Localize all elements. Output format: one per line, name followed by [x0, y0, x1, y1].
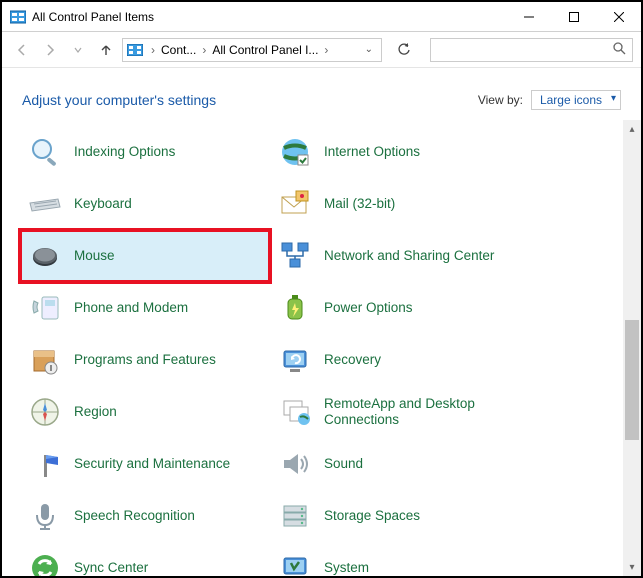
minimize-button[interactable] [506, 2, 551, 32]
item-internet-options[interactable]: Internet Options [270, 126, 520, 178]
item-speech-recognition[interactable]: Speech Recognition [20, 490, 270, 542]
item-label: Mouse [74, 248, 115, 264]
item-sound[interactable]: Sound [270, 438, 520, 490]
up-button[interactable] [94, 38, 118, 62]
search-icon[interactable] [613, 42, 626, 58]
viewby-select[interactable]: Large icons [531, 90, 621, 110]
item-sync-center[interactable]: Sync Center [20, 542, 270, 576]
item-label: Mail (32-bit) [324, 196, 395, 212]
item-system[interactable]: System [270, 542, 520, 576]
mouse-icon [28, 239, 62, 273]
mail-icon [278, 187, 312, 221]
item-label: Phone and Modem [74, 300, 188, 316]
recovery-icon [278, 343, 312, 377]
system-icon [278, 551, 312, 576]
item-storage-spaces[interactable]: Storage Spaces [270, 490, 520, 542]
item-label: Network and Sharing Center [324, 248, 494, 264]
keyboard-icon [28, 187, 62, 221]
page-heading: Adjust your computer's settings [22, 92, 216, 108]
breadcrumb-dropdown[interactable]: ⌄ [361, 44, 377, 55]
item-power-options[interactable]: Power Options [270, 282, 520, 334]
items-grid: Indexing Options Internet Options Keyboa… [2, 120, 623, 576]
titlebar: All Control Panel Items [2, 2, 641, 32]
content-area: Indexing Options Internet Options Keyboa… [2, 120, 641, 576]
sound-icon [278, 447, 312, 481]
item-recovery[interactable]: Recovery [270, 334, 520, 386]
scroll-thumb[interactable] [625, 320, 639, 440]
item-label: Storage Spaces [324, 508, 420, 524]
indexing-options-icon [28, 135, 62, 169]
programs-features-icon [28, 343, 62, 377]
breadcrumb[interactable]: › Cont... › All Control Panel I... › ⌄ [122, 38, 382, 62]
chevron-right-icon[interactable]: › [147, 43, 159, 57]
window-title: All Control Panel Items [32, 10, 506, 24]
breadcrumb-seg-1[interactable]: Cont... [159, 43, 198, 57]
item-network-sharing[interactable]: Network and Sharing Center [270, 230, 520, 282]
item-label: Keyboard [74, 196, 132, 212]
item-label: Sound [324, 456, 363, 472]
control-panel-icon [127, 44, 143, 56]
item-indexing-options[interactable]: Indexing Options [20, 126, 270, 178]
item-keyboard[interactable]: Keyboard [20, 178, 270, 230]
item-programs-features[interactable]: Programs and Features [20, 334, 270, 386]
chevron-right-icon[interactable]: › [320, 43, 332, 57]
recent-down-button[interactable] [66, 38, 90, 62]
close-button[interactable] [596, 2, 641, 32]
search-box[interactable] [430, 38, 633, 62]
item-label: RemoteApp and Desktop Connections [324, 396, 512, 427]
item-remoteapp[interactable]: RemoteApp and Desktop Connections [270, 386, 520, 438]
storage-spaces-icon [278, 499, 312, 533]
refresh-button[interactable] [392, 38, 416, 62]
remoteapp-icon [278, 395, 312, 429]
item-label: Speech Recognition [74, 508, 195, 524]
power-options-icon [278, 291, 312, 325]
viewby-label: View by: [478, 93, 523, 107]
region-icon [28, 395, 62, 429]
maximize-button[interactable] [551, 2, 596, 32]
network-icon [278, 239, 312, 273]
sub-header: Adjust your computer's settings View by:… [2, 68, 641, 120]
item-label: Internet Options [324, 144, 420, 160]
back-button[interactable] [10, 38, 34, 62]
item-label: Indexing Options [74, 144, 175, 160]
security-icon [28, 447, 62, 481]
item-label: Programs and Features [74, 352, 216, 368]
nav-row: › Cont... › All Control Panel I... › ⌄ [2, 32, 641, 68]
item-security-maintenance[interactable]: Security and Maintenance [20, 438, 270, 490]
forward-button[interactable] [38, 38, 62, 62]
item-label: Region [74, 404, 117, 420]
item-label: System [324, 560, 369, 576]
item-mail[interactable]: Mail (32-bit) [270, 178, 520, 230]
phone-modem-icon [28, 291, 62, 325]
sync-center-icon [28, 551, 62, 576]
item-region[interactable]: Region [20, 386, 270, 438]
vertical-scrollbar[interactable]: ▴ ▾ [623, 120, 641, 576]
item-label: Sync Center [74, 560, 148, 576]
control-panel-icon [10, 9, 26, 25]
internet-options-icon [278, 135, 312, 169]
chevron-right-icon[interactable]: › [198, 43, 210, 57]
item-label: Power Options [324, 300, 413, 316]
item-mouse[interactable]: Mouse [20, 230, 270, 282]
speech-icon [28, 499, 62, 533]
item-phone-modem[interactable]: Phone and Modem [20, 282, 270, 334]
item-label: Security and Maintenance [74, 456, 230, 472]
scroll-up-arrow[interactable]: ▴ [623, 120, 641, 138]
breadcrumb-seg-2[interactable]: All Control Panel I... [210, 43, 320, 57]
item-label: Recovery [324, 352, 381, 368]
scroll-down-arrow[interactable]: ▾ [623, 558, 641, 576]
search-input[interactable] [437, 43, 613, 57]
